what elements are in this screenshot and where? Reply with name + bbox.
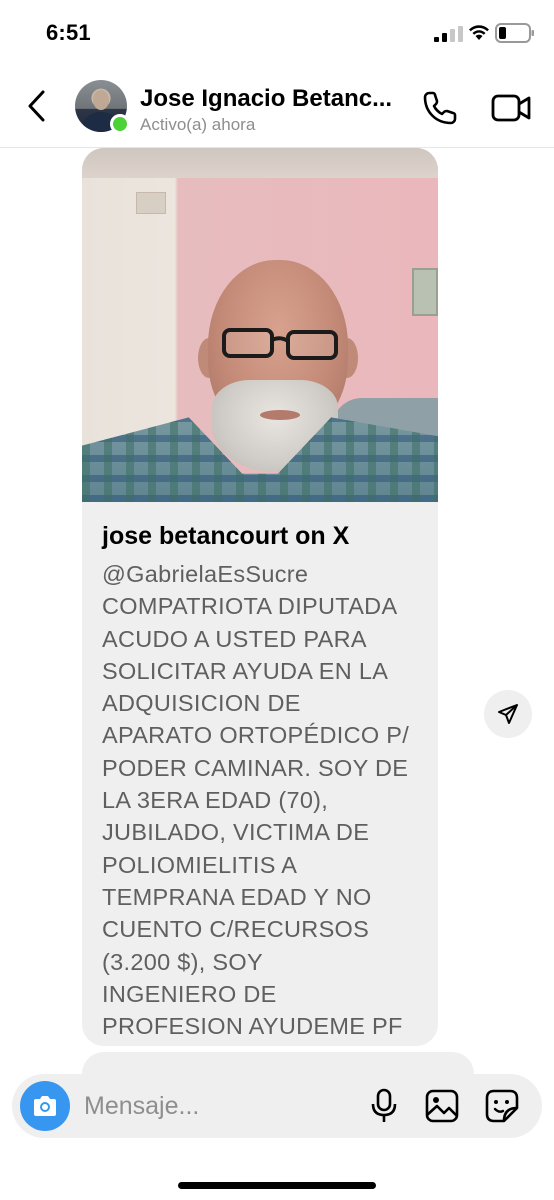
shared-post-image[interactable] [82,148,438,502]
microphone-icon [371,1088,397,1122]
camera-button[interactable] [20,1081,70,1131]
call-button[interactable] [420,88,460,128]
contact-status: Activo(a) ahora [140,115,256,134]
photo-shelf [136,192,166,214]
shared-post-text: @GabrielaEsSucre COMPATRIOTA DIPUTADA AC… [102,561,410,1040]
back-button[interactable] [22,86,52,126]
avatar-face [93,90,109,110]
cellular-signal-icon [434,26,463,42]
video-call-button[interactable] [490,90,532,126]
photo-glasses [222,328,338,360]
message-input[interactable] [84,1088,334,1124]
status-bar: 6:51 [0,0,554,66]
sticker-icon [485,1089,519,1123]
camera-icon [34,1096,56,1116]
video-camera-icon [491,94,531,122]
send-paper-plane-icon [498,704,518,724]
shared-post-caption: jose betancourt on X @GabrielaEsSucre CO… [102,520,432,1042]
gallery-button[interactable] [424,1088,460,1124]
status-time: 6:51 [46,20,91,45]
shared-post-title: jose betancourt on X [102,522,350,550]
image-gallery-icon [425,1089,459,1123]
contact-name[interactable]: Jose Ignacio Betanc... [140,85,392,113]
microphone-button[interactable] [370,1088,398,1124]
chat-header: Jose Ignacio Betanc... Activo(a) ahora [0,66,554,148]
wifi-icon [469,25,489,40]
photo-mouth [260,410,300,420]
photo-wall-frame [412,268,438,316]
sticker-button[interactable] [484,1088,520,1124]
chevron-left-icon [28,90,45,122]
share-button[interactable] [484,690,532,738]
home-indicator [178,1182,376,1189]
phone-icon [423,91,457,125]
shared-post-bubble[interactable]: jose betancourt on X @GabrielaEsSucre CO… [82,148,438,1046]
battery-low-icon [495,23,534,43]
online-status-dot [110,114,130,134]
message-composer [12,1074,542,1138]
photo-ceiling [82,148,438,178]
